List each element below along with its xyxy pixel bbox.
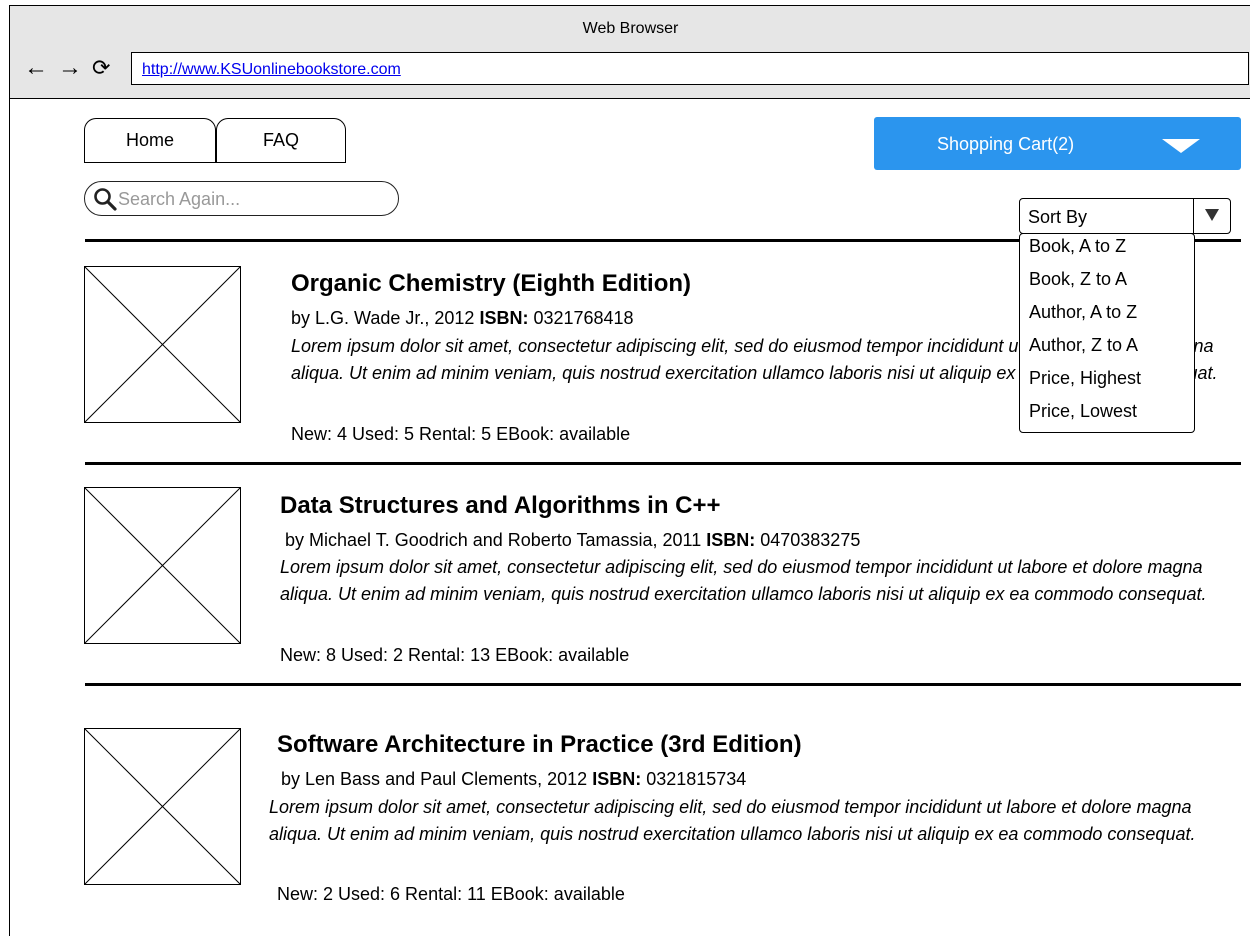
search-placeholder: Search Again...	[118, 189, 241, 209]
window-title: Web Browser	[582, 20, 679, 37]
sort-dropdown-toggle[interactable]	[1193, 199, 1231, 233]
book-stock: New: 4 Used: 5 Rental: 5 EBook: availabl…	[291, 424, 631, 444]
image-placeholder-icon	[84, 728, 241, 885]
sort-by-label: Sort By	[1028, 207, 1088, 227]
book-byline: by Michael T. Goodrich and Roberto Tamas…	[285, 530, 707, 550]
book-isbn: 0321768418	[528, 308, 634, 328]
book-stock: New: 8 Used: 2 Rental: 13 EBook: availab…	[280, 645, 630, 665]
back-arrow-icon[interactable]: ←	[24, 56, 48, 80]
isbn-label: ISBN:	[479, 308, 529, 328]
book-byline: by Len Bass and Paul Clements, 2012	[281, 769, 593, 789]
address-url[interactable]: http://www.KSUonlinebookstore.com	[142, 61, 401, 79]
sort-option[interactable]: Book, A to Z	[1029, 236, 1126, 257]
image-placeholder-icon	[84, 266, 241, 423]
book-title[interactable]: Organic Chemistry (Eighth Edition)	[291, 270, 691, 298]
search-input[interactable]: Search Again...	[84, 181, 399, 216]
divider	[85, 462, 1241, 465]
address-bar[interactable]: http://www.KSUonlinebookstore.com	[131, 52, 1249, 85]
sort-options-menu: Book, A to Z Book, Z to A Author, A to Z…	[1019, 233, 1195, 433]
book-title[interactable]: Data Structures and Algorithms in C++	[280, 492, 721, 520]
book-description: Lorem ipsum dolor sit amet, consectetur …	[280, 557, 1207, 604]
book-stock: New: 2 Used: 6 Rental: 11 EBook: availab…	[277, 884, 625, 904]
book-byline: by L.G. Wade Jr., 2012	[291, 308, 480, 328]
sort-option[interactable]: Price, Lowest	[1029, 401, 1137, 422]
sort-option[interactable]: Author, A to Z	[1029, 302, 1137, 323]
browser-window: Web Browser ← → ⟳ http://www.KSUonlinebo…	[9, 5, 1250, 936]
book-isbn: 0321815734	[641, 769, 747, 789]
isbn-label: ISBN:	[592, 769, 642, 789]
shopping-cart-button[interactable]: Shopping Cart(2)	[874, 117, 1241, 170]
book-meta: by Michael T. Goodrich and Roberto Tamas…	[285, 530, 860, 551]
book-isbn: 0470383275	[755, 530, 861, 550]
search-icon	[94, 188, 117, 211]
isbn-label: ISBN:	[706, 530, 756, 550]
triangle-down-icon	[1205, 209, 1219, 221]
browser-chrome: Web Browser ← → ⟳ http://www.KSUonlinebo…	[10, 6, 1250, 99]
forward-arrow-icon[interactable]: →	[58, 56, 82, 80]
page-content: Home FAQ Shopping Cart(2) Search Again..…	[10, 100, 1250, 936]
tabs-baseline	[84, 162, 346, 163]
tab-home[interactable]: Home	[84, 118, 216, 163]
tab-faq[interactable]: FAQ	[216, 118, 346, 163]
book-title[interactable]: Software Architecture in Practice (3rd E…	[277, 731, 802, 759]
sort-option[interactable]: Author, Z to A	[1029, 335, 1138, 356]
image-placeholder-icon	[84, 487, 241, 644]
book-meta: by Len Bass and Paul Clements, 2012 ISBN…	[281, 769, 746, 790]
reload-icon[interactable]: ⟳	[92, 56, 110, 80]
sort-option[interactable]: Book, Z to A	[1029, 269, 1127, 290]
chevron-down-icon	[1162, 139, 1200, 153]
sort-option[interactable]: Price, Highest	[1029, 368, 1141, 389]
divider	[85, 683, 1241, 686]
sort-by-select[interactable]: Sort By	[1019, 198, 1231, 234]
book-description: Lorem ipsum dolor sit amet, consectetur …	[269, 797, 1196, 844]
shopping-cart-label: Shopping Cart(2)	[937, 134, 1075, 154]
book-meta: by L.G. Wade Jr., 2012 ISBN: 0321768418	[291, 308, 634, 329]
